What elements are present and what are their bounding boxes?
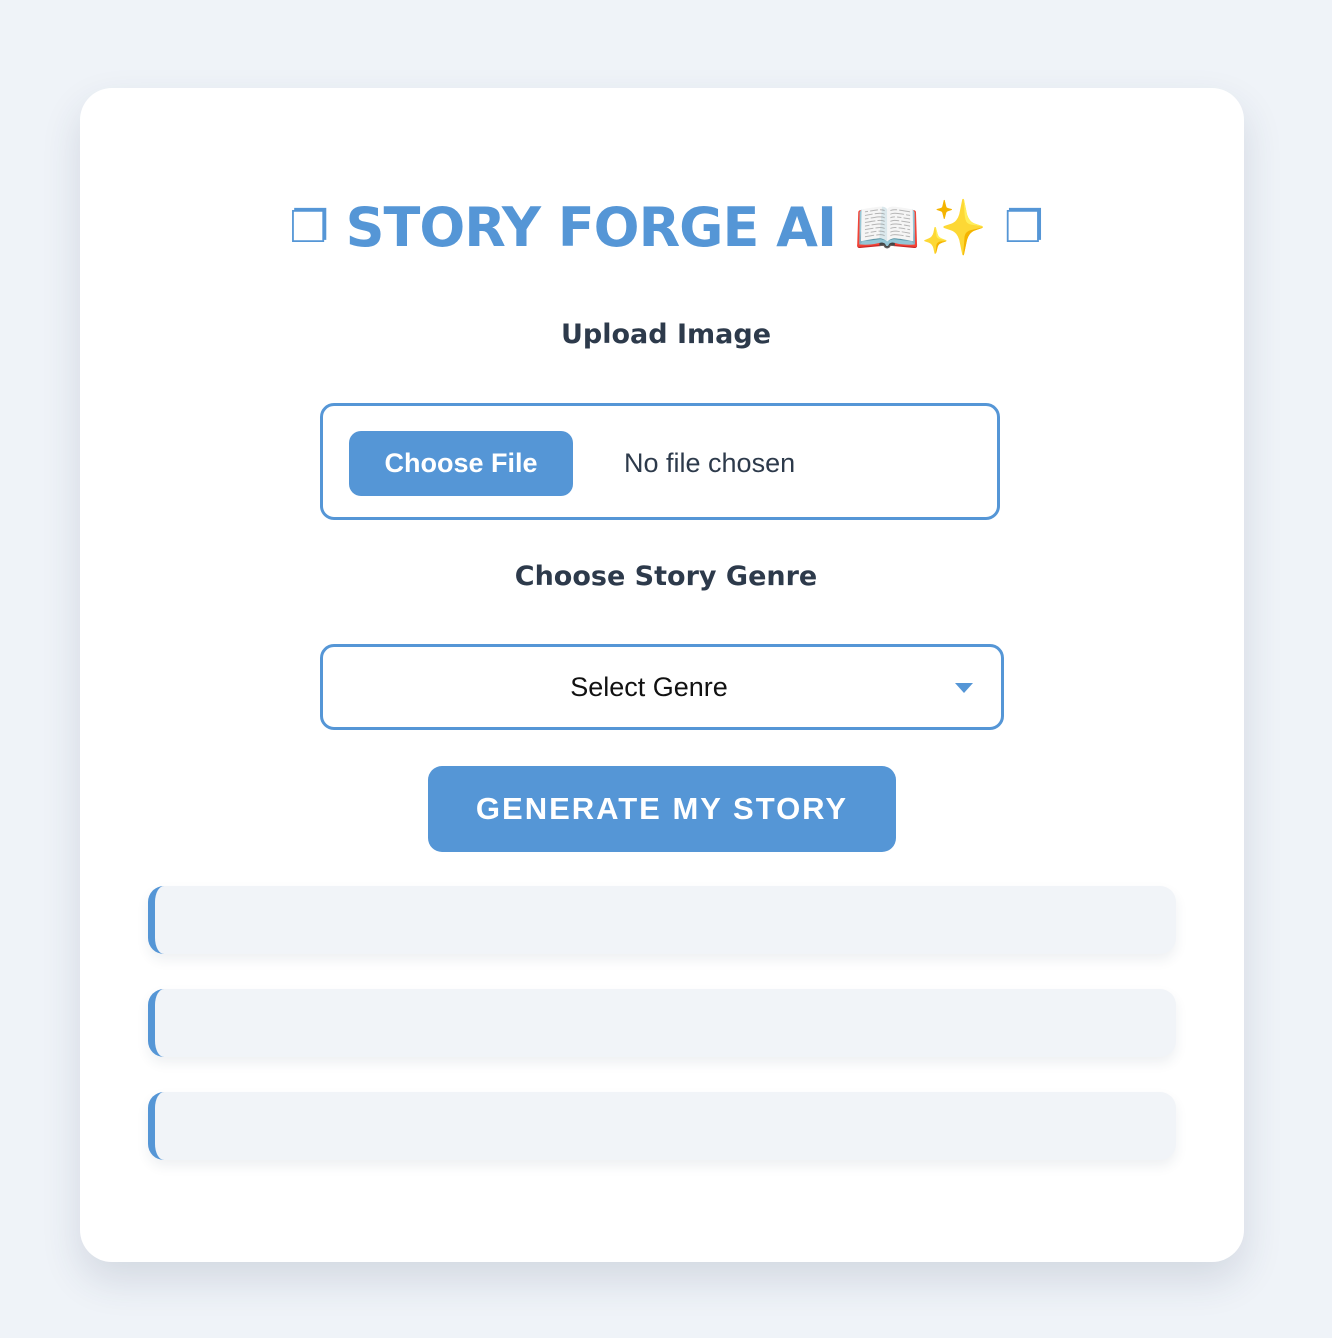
generate-story-button[interactable]: GENERATE MY STORY: [428, 766, 896, 852]
app-title-text: STORY FORGE AI: [345, 196, 837, 259]
genre-select[interactable]: Select Genre: [320, 644, 1004, 730]
title-deco-right-icon: ❐: [1004, 202, 1043, 253]
story-output-panel-2: [148, 989, 1176, 1057]
app-title: ❐ STORY FORGE AI 📖✨ ❐: [0, 192, 1332, 264]
story-output-panel-1: [148, 886, 1176, 954]
book-sparkles-icon: 📖✨: [853, 196, 987, 259]
file-status-text: No file chosen: [624, 448, 796, 478]
story-genre-label: Choose Story Genre: [514, 561, 818, 592]
story-output-panel-3: [148, 1092, 1176, 1160]
title-deco-left-icon: ❐: [289, 202, 328, 253]
file-upload-field[interactable]: Choose File No file chosen: [320, 403, 1000, 520]
caret-down-icon: [955, 683, 973, 693]
upload-image-label: Upload Image: [560, 319, 772, 350]
genre-select-value: Select Genre: [570, 672, 728, 702]
choose-file-button[interactable]: Choose File: [349, 431, 573, 496]
